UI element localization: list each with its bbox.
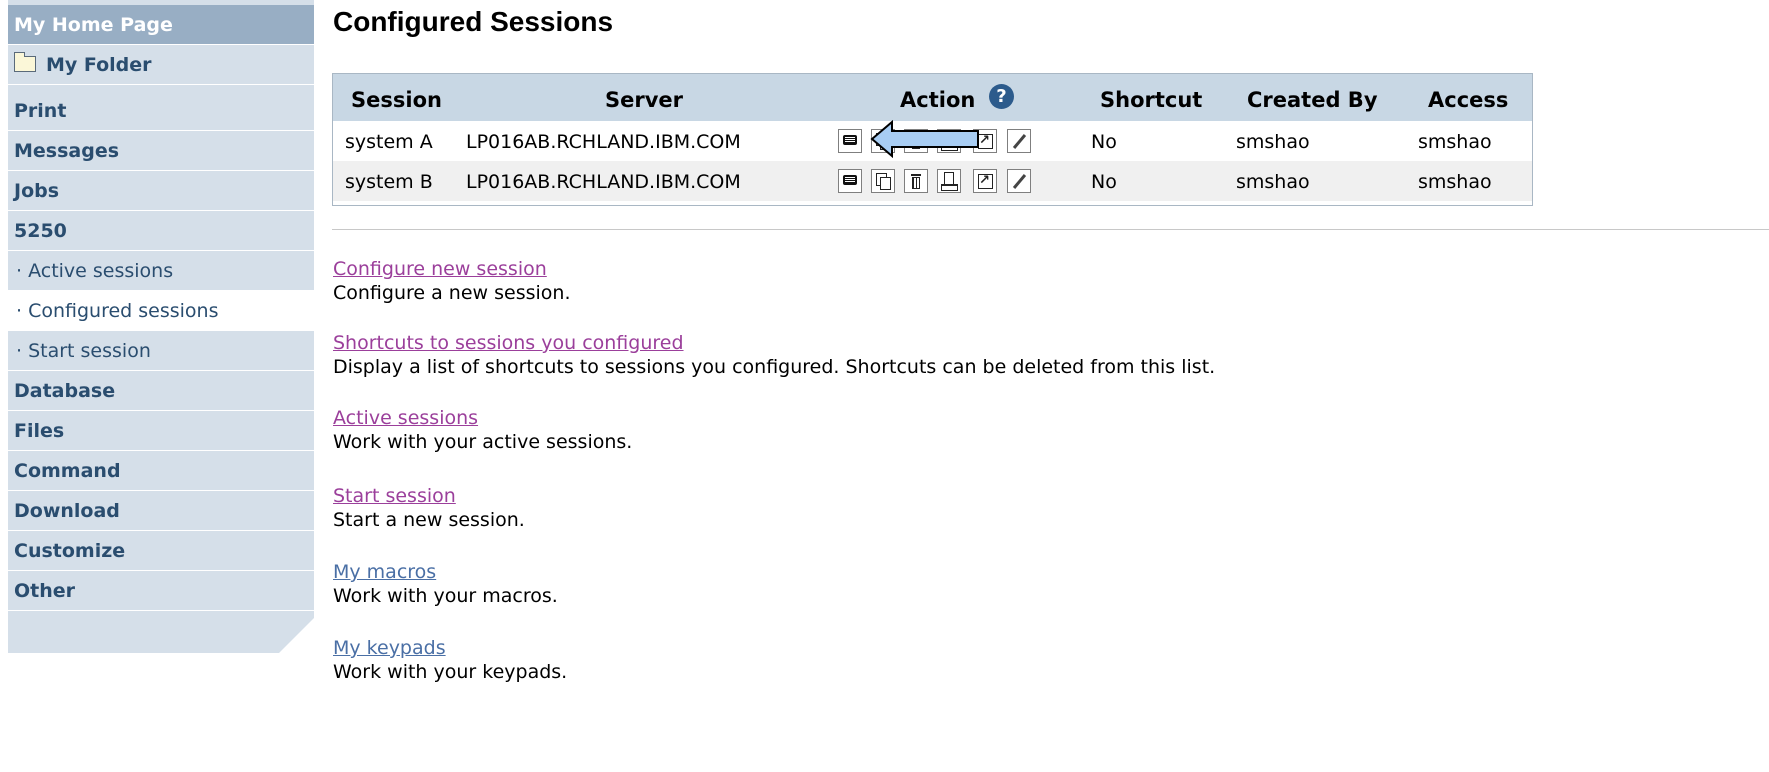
link-description: Display a list of shortcuts to sessions …: [333, 356, 1216, 378]
cell-shortcut: No: [1091, 171, 1117, 193]
copy-icon: [872, 170, 894, 192]
sidebar-item-files[interactable]: Files: [8, 411, 314, 451]
link-description: Work with your keypads.: [333, 661, 568, 683]
column-header-access: Access: [1428, 88, 1509, 112]
callout-arrow-icon: [870, 120, 979, 158]
sidebar-item-other[interactable]: Other: [8, 571, 314, 611]
cell-access: smshao: [1418, 131, 1492, 153]
cell-session: system B: [345, 171, 433, 193]
edit-session-button[interactable]: [1007, 169, 1031, 193]
sidebar-item-my-home-page[interactable]: My Home Page: [8, 5, 314, 45]
sidebar-item-database[interactable]: Database: [8, 371, 314, 411]
start-session-link[interactable]: Start session: [333, 484, 525, 508]
cell-access: smshao: [1418, 171, 1492, 193]
delete-icon: [905, 170, 927, 192]
print-icon: [938, 170, 960, 192]
sidebar-item-command[interactable]: Command: [8, 451, 314, 491]
link-item: Start session Start a new session.: [333, 484, 525, 532]
sidebar-item-5250[interactable]: 5250: [8, 211, 314, 251]
folder-icon: [14, 52, 36, 72]
cell-session: system A: [345, 131, 433, 153]
link-item: Shortcuts to sessions you configured Dis…: [333, 331, 1215, 379]
link-description: Start a new session.: [333, 509, 525, 531]
delete-session-button[interactable]: [904, 169, 928, 193]
sidebar-item-my-folder[interactable]: My Folder: [8, 45, 314, 85]
column-header-session: Session: [351, 88, 442, 112]
copy-session-button[interactable]: [871, 169, 895, 193]
column-header-server: Server: [605, 88, 684, 112]
sidebar-nav: My Home Page My Folder Print Messages Jo…: [8, 0, 314, 660]
active-sessions-link[interactable]: Active sessions: [333, 406, 632, 430]
open-session-button[interactable]: [838, 129, 862, 153]
sidebar-item-download[interactable]: Download: [8, 491, 314, 531]
link-description: Configure a new session.: [333, 282, 571, 304]
link-item: Active sessions Work with your active se…: [333, 406, 632, 454]
configure-new-session-link[interactable]: Configure new session: [333, 257, 571, 281]
link-item: Configure new session Configure a new se…: [333, 257, 571, 305]
my-keypads-link[interactable]: My keypads: [333, 636, 567, 660]
sidebar-item-print[interactable]: Print: [8, 91, 314, 131]
open-session-button[interactable]: [838, 169, 862, 193]
open-session-icon: [839, 170, 861, 192]
help-icon[interactable]: ?: [989, 84, 1014, 109]
cell-server: LP016AB.RCHLAND.IBM.COM: [466, 131, 741, 153]
edit-icon: [1008, 130, 1030, 152]
edit-icon: [1008, 170, 1030, 192]
column-header-created-by: Created By: [1247, 88, 1378, 112]
link-item: My keypads Work with your keypads.: [333, 636, 567, 684]
link-item: My macros Work with your macros.: [333, 560, 558, 608]
sidebar-item-customize[interactable]: Customize: [8, 531, 314, 571]
table-row: system B LP016AB.RCHLAND.IBM.COM No smsh…: [333, 161, 1532, 201]
sidebar-item-active-sessions[interactable]: · Active sessions: [8, 251, 314, 291]
section-divider: [332, 229, 1769, 230]
column-header-shortcut: Shortcut: [1100, 88, 1203, 112]
sidebar-item-start-session[interactable]: · Start session: [8, 331, 314, 371]
shortcut-icon: [974, 170, 996, 192]
my-macros-link[interactable]: My macros: [333, 560, 558, 584]
table-header-row: Session Server Action ? Shortcut Created…: [333, 74, 1532, 121]
sidebar-item-messages[interactable]: Messages: [8, 131, 314, 171]
sidebar-item-label: My Folder: [46, 54, 152, 76]
page-title: Configured Sessions: [333, 6, 614, 37]
cell-created-by: smshao: [1236, 171, 1310, 193]
shortcuts-link[interactable]: Shortcuts to sessions you configured: [333, 331, 1215, 355]
cell-server: LP016AB.RCHLAND.IBM.COM: [466, 171, 741, 193]
edit-session-button[interactable]: [1007, 129, 1031, 153]
create-shortcut-button[interactable]: [973, 169, 997, 193]
cell-shortcut: No: [1091, 131, 1117, 153]
link-description: Work with your macros.: [333, 585, 558, 607]
sidebar-item-jobs[interactable]: Jobs: [8, 171, 314, 211]
sidebar-item-configured-sessions[interactable]: · Configured sessions: [8, 291, 314, 331]
link-description: Work with your active sessions.: [333, 431, 633, 453]
print-session-button[interactable]: [937, 169, 961, 193]
cell-created-by: smshao: [1236, 131, 1310, 153]
column-header-action: Action: [900, 88, 976, 112]
open-session-icon: [839, 130, 861, 152]
